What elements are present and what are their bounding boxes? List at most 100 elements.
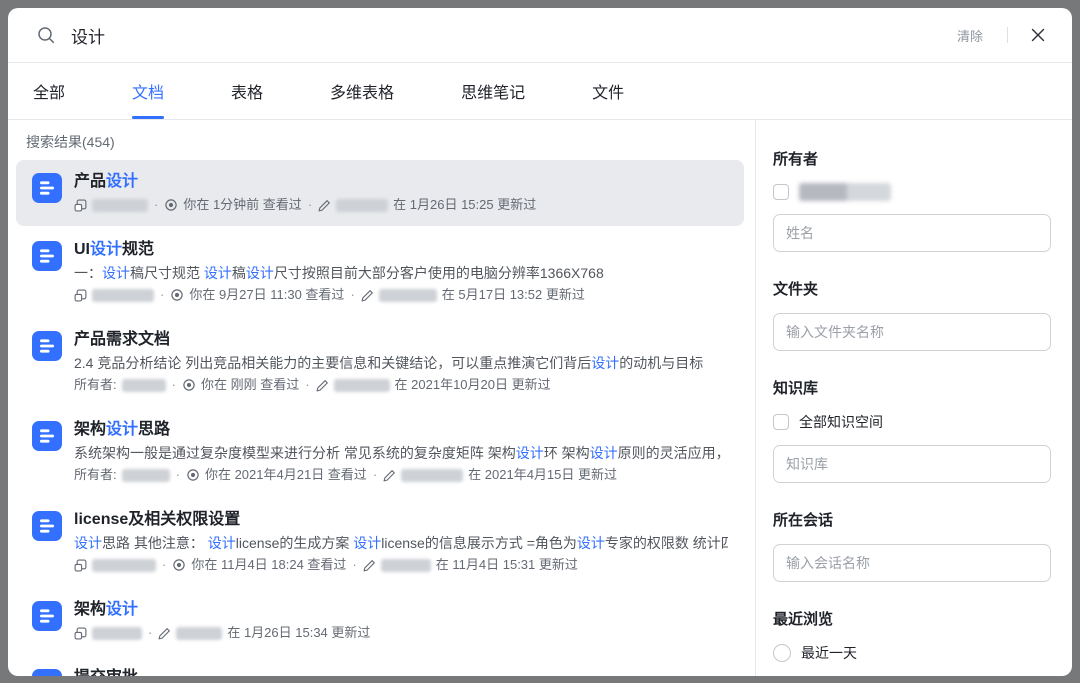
meta-text: 你在 11月4日 18:24 查看过 (191, 557, 347, 572)
redacted-name (333, 378, 390, 392)
result-item[interactable]: 架构设计思路 系统架构一般是通过复杂度模型来进行分析 常见系统的复杂度矩阵 架构设… (16, 408, 744, 496)
result-title: 提交审批 (74, 666, 728, 676)
search-icon (36, 25, 56, 45)
result-snippet: 一：设计稿尺寸规范 设计稿设计尺寸按照目前大部分客户使用的电脑分辨率1366X7… (74, 265, 604, 281)
redacted-name (380, 558, 431, 572)
search-bar: 设计 清除 (8, 8, 1072, 63)
filter-sidebar: 所有者 文件夹 知识库 全部知识空间 所在会话 (755, 120, 1072, 676)
meta-text: 在 2021年4月15日 更新过 (468, 467, 617, 482)
all-wiki-label: 全部知识空间 (799, 414, 883, 430)
header-divider (1007, 27, 1008, 43)
meta-separator: · (148, 625, 153, 640)
result-meta: · 你在 9月27日 11:30 查看过 · 在 5月17日 13:52 更新过 (74, 284, 728, 306)
filter-section-recent: 最近浏览 最近一天 (773, 610, 1058, 676)
result-title: 架构设计 (74, 601, 139, 618)
doc-icon (32, 511, 62, 541)
edit-icon (318, 199, 331, 212)
result-list: 产品设计 · 你在 1分钟前 查看过 · 在 1月26日 15:25 更新过 UI设计规范… (16, 160, 744, 676)
result-meta: · 你在 1分钟前 查看过 · 在 1月26日 15:25 更新过 (74, 194, 728, 216)
location-icon (74, 199, 87, 212)
result-snippet: 系统架构一般是通过复杂度模型来进行分析 常见系统的复杂度矩阵 架构设计环 架构设… (74, 445, 728, 461)
redacted-name (378, 288, 437, 302)
close-icon[interactable] (1030, 27, 1046, 43)
location-icon (74, 289, 87, 302)
result-title: 产品需求文档 (74, 331, 171, 348)
eye-icon (182, 378, 196, 392)
results-count-label: 搜索结果(454) (26, 134, 115, 150)
meta-text: 在 2021年10月20日 更新过 (394, 377, 551, 392)
result-item[interactable]: 提交审批 (16, 656, 744, 676)
edit-icon (383, 469, 396, 482)
meta-text: 你在 1分钟前 查看过 (183, 197, 302, 212)
clear-button[interactable]: 清除 (957, 26, 983, 45)
meta-separator: · (171, 377, 176, 392)
folder-input[interactable] (773, 313, 1051, 351)
meta-separator: · (307, 197, 313, 212)
result-item[interactable]: 产品需求文档 2.4 竞品分析结论 列出竞品相关能力的主要信息和关键结论，可以重点… (16, 318, 744, 406)
eye-icon (186, 468, 200, 482)
meta-text: 你在 刚刚 查看过 (200, 377, 300, 392)
recent-day-radio[interactable] (773, 644, 791, 662)
filter-section-chat: 所在会话 (773, 511, 1058, 582)
redacted-name (92, 626, 142, 640)
result-panel: 搜索结果(454) 产品设计 · 你在 1分钟前 查看过 · 在 1月26日 15:25… (8, 120, 755, 676)
location-icon (74, 559, 87, 572)
recent-option-day[interactable]: 最近一天 (773, 643, 1058, 663)
redacted-name (92, 558, 156, 572)
filter-section-wiki: 知识库 全部知识空间 (773, 379, 1058, 483)
recent-title: 最近浏览 (773, 611, 834, 628)
owner-current-row[interactable] (773, 183, 1058, 201)
search-modal: 设计 清除 全部 文档 表格 多维表格 思维笔记 文件 搜索结果(454) 产品设计 · 你在… (8, 8, 1072, 676)
wiki-input[interactable] (773, 445, 1051, 483)
result-item[interactable]: UI设计规范一：设计稿尺寸规范 设计稿设计尺寸按照目前大部分客户使用的电脑分辨率… (16, 228, 744, 316)
eye-icon (170, 288, 184, 302)
tab-files[interactable]: 文件 (592, 63, 624, 119)
result-item[interactable]: license及相关权限设置 设计思路 其他注意： 设计license的生成方案 … (16, 498, 744, 586)
doc-icon (32, 241, 62, 271)
tab-docs[interactable]: 文档 (132, 63, 164, 119)
meta-separator: · (305, 377, 310, 392)
doc-icon (32, 421, 62, 451)
meta-separator: · (175, 467, 180, 482)
tab-mindnotes[interactable]: 思维笔记 (461, 63, 525, 119)
meta-text: 在 5月17日 13:52 更新过 (441, 287, 585, 302)
wiki-title: 知识库 (773, 380, 819, 397)
filter-section-owner: 所有者 (773, 150, 1058, 252)
chat-input[interactable] (773, 544, 1051, 582)
owner-name-input[interactable] (773, 214, 1051, 252)
location-icon (74, 627, 87, 640)
redacted-name (121, 378, 166, 392)
search-input[interactable]: 设计 (71, 23, 957, 48)
modal-body: 搜索结果(454) 产品设计 · 你在 1分钟前 查看过 · 在 1月26日 15:25… (8, 120, 1072, 676)
redacted-name (121, 468, 170, 482)
all-wiki-checkbox[interactable] (773, 414, 789, 430)
tab-base[interactable]: 多维表格 (330, 63, 394, 119)
tab-bar: 全部 文档 表格 多维表格 思维笔记 文件 (8, 63, 1072, 120)
result-item[interactable]: 架构设计 · 在 1月26日 15:34 更新过 (16, 588, 744, 654)
tab-sheets[interactable]: 表格 (231, 63, 263, 119)
meta-separator: · (372, 467, 378, 482)
redacted-owner-name (799, 183, 891, 201)
result-meta: · 在 1月26日 15:34 更新过 (74, 622, 728, 644)
recent-day-label: 最近一天 (801, 645, 857, 661)
result-title: 产品设计 (74, 173, 139, 190)
owner-prefix: 所有者: (74, 377, 117, 392)
owner-checkbox[interactable] (773, 184, 789, 200)
result-title: license及相关权限设置 (74, 511, 241, 528)
edit-icon (158, 627, 171, 640)
result-title: UI设计规范 (74, 241, 155, 258)
edit-icon (316, 379, 329, 392)
redacted-name (92, 288, 154, 302)
meta-separator: · (154, 197, 159, 212)
meta-text: 在 1月26日 15:25 更新过 (393, 197, 537, 212)
folder-title: 文件夹 (773, 281, 819, 298)
meta-separator: · (350, 287, 355, 302)
tab-all[interactable]: 全部 (33, 63, 65, 119)
result-snippet: 2.4 竞品分析结论 列出竞品相关能力的主要信息和关键结论，可以重点推演它们背后… (74, 355, 704, 371)
meta-separator: · (162, 557, 167, 572)
all-wiki-row[interactable]: 全部知识空间 (773, 412, 1058, 432)
result-item[interactable]: 产品设计 · 你在 1分钟前 查看过 · 在 1月26日 15:25 更新过 (16, 160, 744, 226)
redacted-name (401, 468, 464, 482)
owner-title: 所有者 (773, 151, 819, 168)
meta-text: 在 1月26日 15:34 更新过 (227, 625, 371, 640)
